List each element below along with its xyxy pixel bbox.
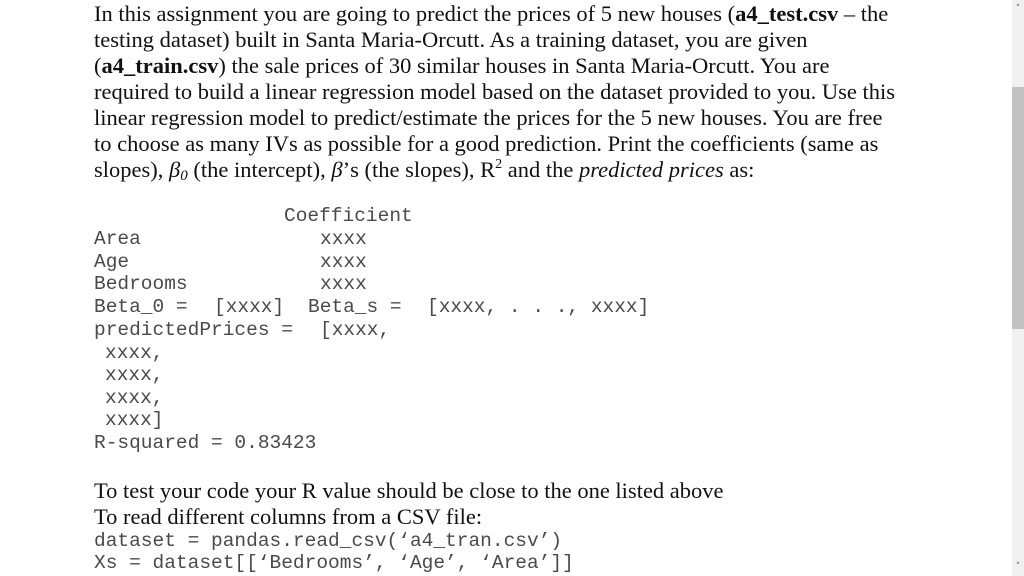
predicted-prices-label: predictedPrices = bbox=[94, 319, 293, 341]
predicted-prices-term: predicted prices bbox=[578, 157, 724, 182]
intro-text: as: bbox=[723, 157, 755, 182]
beta-symbol: β bbox=[169, 157, 181, 182]
coef-row-value: xxxx bbox=[320, 251, 367, 273]
scroll-up-arrow-icon[interactable]: ˄ bbox=[1012, 2, 1024, 16]
intro-text: slopes), bbox=[94, 157, 169, 182]
intro-line-3: (a4_train.csv) the sale prices of 30 sim… bbox=[94, 53, 829, 79]
beta0-value: [xxxx] bbox=[214, 296, 285, 318]
coef-row-value: xxxx bbox=[320, 228, 367, 250]
predicted-price-value: xxxx, bbox=[105, 387, 164, 409]
beta-subscript: 0 bbox=[180, 168, 188, 184]
intro-text: (the intercept), bbox=[187, 157, 332, 182]
vertical-scrollbar[interactable]: ˄ ˅ bbox=[1012, 0, 1024, 576]
betas-label: Beta_s = bbox=[308, 296, 402, 318]
intro-text: ( bbox=[94, 53, 102, 78]
intro-text: In this assignment you are going to pred… bbox=[94, 1, 736, 26]
intro-line-6: to choose as many IVs as possible for a … bbox=[94, 131, 879, 156]
betas-value: [xxxx, . . ., xxxx] bbox=[427, 296, 650, 318]
intro-text: and the bbox=[502, 157, 579, 182]
intro-line-2: testing dataset) built in Santa Maria-Or… bbox=[94, 27, 808, 52]
document-page: In this assignment you are going to pred… bbox=[0, 0, 1012, 576]
scroll-down-arrow-icon[interactable]: ˅ bbox=[1012, 560, 1024, 574]
test-hint: To test your code your R value should be… bbox=[94, 478, 724, 503]
intro-line-1: In this assignment you are going to pred… bbox=[94, 1, 888, 27]
coefficient-header: Coefficient bbox=[284, 205, 413, 227]
beta-symbol: β bbox=[331, 157, 343, 182]
intro-line-4: required to build a linear regression mo… bbox=[94, 79, 896, 104]
intro-text: – the bbox=[838, 1, 889, 26]
intro-text: ’s (the slopes), R bbox=[342, 157, 496, 182]
intro-line-5: linear regression model to predict/estim… bbox=[94, 105, 883, 130]
predicted-price-value: [xxxx, bbox=[320, 319, 391, 341]
intro-line-7: slopes), β0 (the intercept), β’s (the sl… bbox=[94, 157, 755, 184]
coef-row-value: xxxx bbox=[320, 273, 367, 295]
coef-row-name: Area bbox=[94, 228, 141, 250]
coef-row-name: Age bbox=[94, 251, 130, 273]
code-line-select-columns: Xs = dataset[[‘Bedrooms’, ‘Age’, ‘Area’]… bbox=[94, 552, 574, 574]
train-file-name: a4_train.csv bbox=[101, 53, 219, 78]
coef-row-name: Bedrooms bbox=[94, 273, 188, 295]
test-file-name: a4_test.csv bbox=[735, 1, 839, 26]
read-columns-hint: To read different columns from a CSV fil… bbox=[94, 504, 483, 529]
code-line-read-csv: dataset = pandas.read_csv(‘a4_tran.csv’) bbox=[94, 530, 563, 552]
predicted-price-value: xxxx, bbox=[105, 364, 164, 386]
beta0-label: Beta_0 = bbox=[94, 296, 188, 318]
intro-text: ) the sale prices of 30 similar houses i… bbox=[218, 53, 830, 78]
scrollbar-thumb[interactable] bbox=[1012, 87, 1024, 329]
predicted-price-value: xxxx] bbox=[105, 409, 164, 431]
r-squared-line: R-squared = 0.83423 bbox=[94, 432, 317, 454]
predicted-price-value: xxxx, bbox=[105, 342, 164, 364]
